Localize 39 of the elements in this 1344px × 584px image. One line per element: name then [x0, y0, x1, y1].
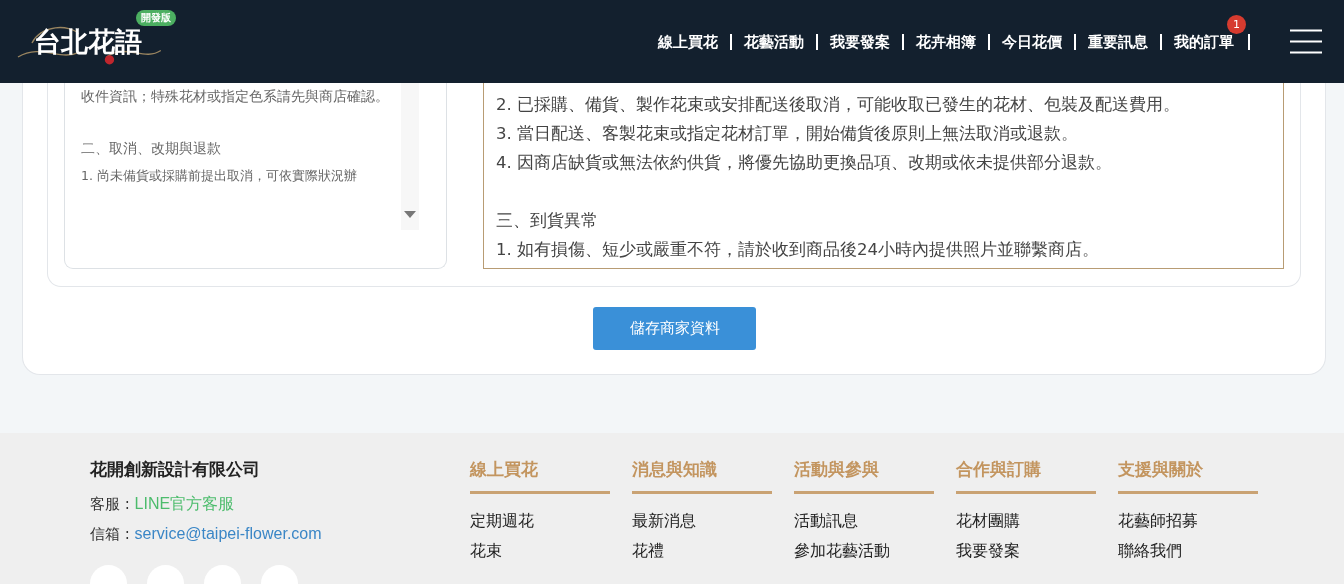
nav-link[interactable]: 重要訊息 [1076, 33, 1160, 50]
notification-badge: 1 [1227, 14, 1246, 34]
nav-link[interactable]: 花卉相簿 [904, 33, 988, 50]
text-line: 二、取消、改期與退款 [81, 139, 222, 158]
footer-heading: 合作與訂購 [956, 458, 1096, 494]
nav-link[interactable]: 我的訂單 [1162, 33, 1248, 50]
text-line: 1. 如有損傷、短少或嚴重不符，請於收到商品後24小時內提供照片並聯繫商店。 [496, 239, 1100, 261]
text-line: 收件資訊；特殊花材或指定色系請先與商店確認。 [81, 87, 390, 106]
nav-link[interactable]: 我要發案 [818, 33, 902, 50]
footer-link[interactable]: 花禮 [632, 536, 772, 566]
footer-link[interactable]: 我要發案 [956, 536, 1096, 566]
text-line: 1. 尚未備貨或採購前提出取消，可依實際狀況辦 [81, 167, 358, 185]
nav-link[interactable]: 線上買花 [646, 33, 730, 50]
footer-link[interactable]: 定期週花 [470, 506, 610, 536]
footer-heading: 支援與關於 [1118, 458, 1258, 494]
contact-label: 信箱 : [90, 525, 131, 543]
text-line: 4. 因商店缺貨或無法依約供貨，將優先協助更換品項、改期或依未提供部分退款。 [496, 152, 1113, 174]
menu-icon[interactable] [1290, 29, 1322, 54]
footer-heading: 活動與參與 [794, 458, 934, 494]
scroll-down-icon[interactable] [404, 211, 416, 218]
text-line: 三、到貨異常 [496, 210, 599, 232]
logo-text[interactable]: 台北花語 [34, 23, 142, 60]
footer-link[interactable]: 參加花藝活動 [794, 536, 934, 566]
text-area[interactable]: 收件資訊；特殊花材或指定色系請先與商店確認。 二、取消、改期與退款 1. 尚未備貨或採購前提出取消，可依實際狀況辦 [64, 83, 447, 269]
footer-link[interactable]: 花藝師招募 [1118, 506, 1258, 536]
nav-link[interactable]: 花藝活動 [732, 33, 816, 50]
text-line: 2. 已採購、備貨、製作花束或安排配送後取消，可能收取已發生的花材、包裝及配送費用。 [496, 94, 1181, 116]
footer-link[interactable]: 花束 [470, 536, 610, 566]
footer-link[interactable]: 聯絡我們 [1118, 536, 1258, 566]
text-line: 3. 當日配送、客製花束或指定花材訂單，開始備貨後原則上無法取消或退款。 [496, 123, 1079, 145]
footer-heading: 線上買花 [470, 458, 610, 494]
company-name: 花開創新設計有限公司 [90, 458, 261, 481]
footer-heading: 消息與知識 [632, 458, 772, 494]
footer-link[interactable]: 最新消息 [632, 506, 772, 536]
footer-link[interactable]: 花材團購 [956, 506, 1096, 536]
footer-link[interactable]: 活動訊息 [794, 506, 934, 536]
contact-label: 客服 : [90, 495, 131, 513]
dev-badge: 開發版 [136, 9, 176, 26]
nav-link[interactable]: 今日花價 [990, 33, 1074, 50]
